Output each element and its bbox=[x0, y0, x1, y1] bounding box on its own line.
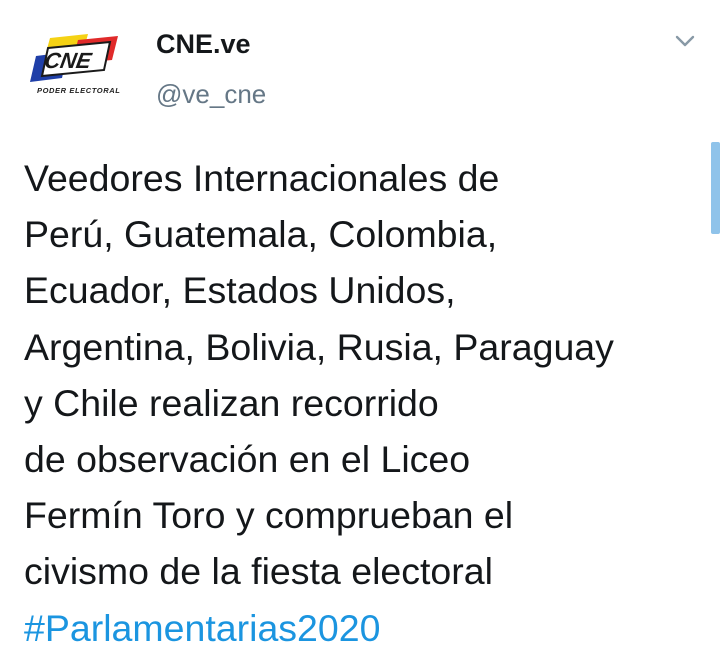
tweet-line: Argentina, Bolivia, Rusia, Paraguay bbox=[24, 325, 614, 368]
scrollbar[interactable] bbox=[711, 142, 720, 234]
tweet-text: Veedores Internacionales de Perú, Guatem… bbox=[24, 150, 704, 648]
avatar-caption: PODER ELECTORAL bbox=[37, 86, 121, 95]
hashtag-link[interactable]: #Parlamentarias2020 bbox=[24, 600, 704, 648]
tweet-line: Ecuador, Estados Unidos, bbox=[24, 269, 456, 312]
tweet-card: CNE PODER ELECTORAL CNE.ve @ve_cne Veedo… bbox=[0, 0, 720, 648]
chevron-down-icon[interactable] bbox=[672, 32, 698, 50]
tweet-line: Veedores Internacionales de bbox=[24, 157, 500, 199]
cne-logo: CNE bbox=[30, 34, 118, 82]
tweet-line: civismo de la fiesta electoral bbox=[24, 550, 493, 593]
tweet-line: y Chile realizan recorrido bbox=[24, 381, 439, 424]
tweet-line: Perú, Guatemala, Colombia, bbox=[24, 213, 498, 256]
display-name[interactable]: CNE.ve bbox=[156, 28, 251, 60]
tweet-line: de observación en el Liceo bbox=[24, 438, 471, 481]
user-handle[interactable]: @ve_cne bbox=[156, 78, 266, 110]
tweet-line: Fermín Toro y comprueban el bbox=[24, 494, 514, 537]
avatar-logo-text: CNE bbox=[43, 48, 95, 73]
